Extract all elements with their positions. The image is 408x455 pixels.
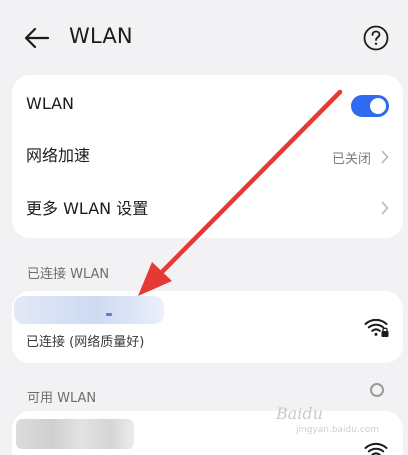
available-section-header: 可用 WLAN — [27, 391, 97, 406]
chevron-right-icon — [381, 201, 389, 215]
chevron-right-icon — [381, 150, 389, 164]
network-status: 已连接 (网络质量好) — [26, 335, 145, 350]
network-name-redacted — [16, 419, 134, 449]
question-circle-icon[interactable] — [362, 24, 390, 52]
wifi-locked-icon — [364, 318, 389, 337]
header-bar: WLAN — [0, 0, 408, 75]
wlan-toggle-row[interactable]: WLAN — [12, 79, 403, 131]
wlan-label: WLAN — [26, 94, 75, 113]
watermark-url: jingyan.baidu.com — [296, 425, 380, 435]
network-accel-row[interactable]: 网络加速 已关闭 — [12, 132, 403, 184]
baidu-watermark: Baidu — [276, 404, 323, 423]
more-settings-label: 更多 WLAN 设置 — [26, 199, 149, 218]
network-accel-value: 已关闭 — [331, 152, 371, 167]
connected-section-header: 已连接 WLAN — [27, 267, 110, 282]
wlan-toggle-switch[interactable] — [351, 95, 389, 117]
network-name-redacted — [14, 296, 164, 324]
loading-circle-icon — [370, 383, 384, 397]
network-accel-label: 网络加速 — [26, 146, 91, 165]
page-title: WLAN — [69, 24, 133, 48]
settings-card: WLAN 网络加速 已关闭 更多 WLAN 设置 — [12, 75, 403, 238]
more-wlan-settings-row[interactable]: 更多 WLAN 设置 — [12, 183, 403, 235]
connected-network-item[interactable]: 已连接 (网络质量好) — [12, 291, 403, 363]
toggle-knob — [370, 98, 386, 114]
wifi-locked-icon — [364, 442, 388, 455]
arrow-left-icon[interactable] — [22, 24, 52, 52]
